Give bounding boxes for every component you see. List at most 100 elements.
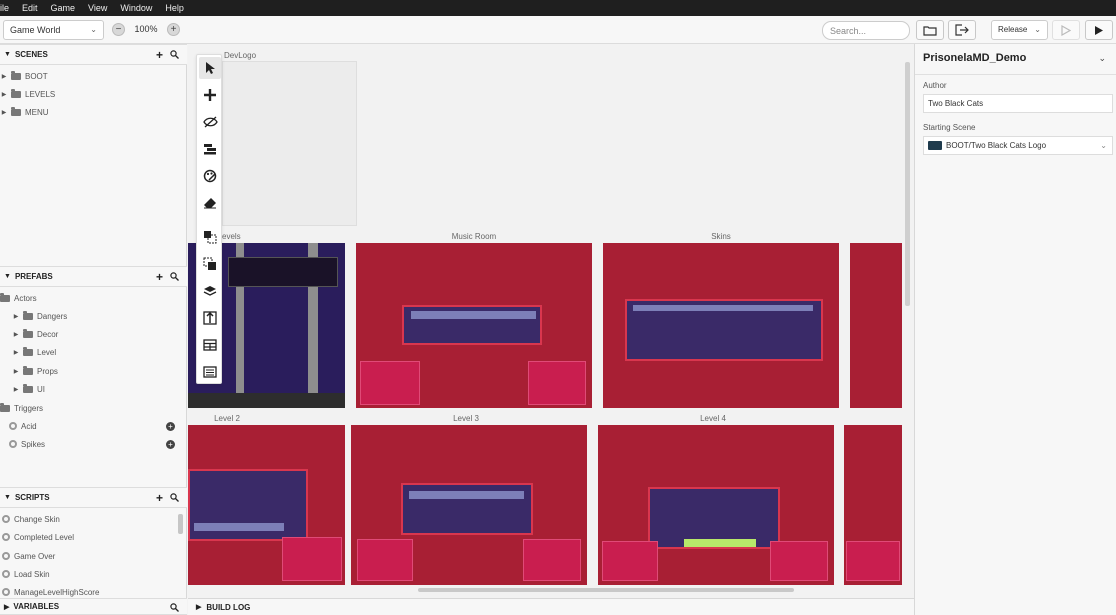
- prefab-item-acid[interactable]: Acid +: [0, 417, 187, 435]
- scene-partial-top[interactable]: [850, 243, 902, 408]
- menu-game[interactable]: Game: [51, 3, 76, 13]
- menu-file[interactable]: ile: [0, 3, 9, 13]
- build-log-bar[interactable]: ▶ BUILD LOG: [188, 598, 914, 615]
- toolbar: Game World ⌄ − 100% + Release ⌄: [0, 16, 1116, 44]
- author-field[interactable]: Two Black Cats: [923, 94, 1113, 113]
- properties-panel: PrisonelaMD_Demo ⌄ Author Two Black Cats…: [914, 44, 1116, 615]
- scene-folder-menu[interactable]: ▶ MENU: [0, 103, 187, 121]
- chevron-right-icon: ▶: [13, 313, 19, 320]
- chevron-down-icon[interactable]: ⌄: [1098, 53, 1106, 64]
- left-sidebar: ▼ SCENES + ▶ BOOT ▶ LEVELS ▶ MENU ▼ PREFABS…: [0, 44, 187, 615]
- add-circle-icon[interactable]: +: [166, 439, 175, 449]
- scene-level-4[interactable]: [598, 425, 834, 585]
- scripts-scrollbar[interactable]: [178, 514, 183, 534]
- menu-help[interactable]: Help: [165, 3, 184, 13]
- search-icon[interactable]: [170, 272, 179, 281]
- prefabs-section-header[interactable]: ▼ PREFABS +: [0, 266, 187, 287]
- script-item[interactable]: Load Skin: [0, 565, 187, 583]
- open-folder-button[interactable]: [916, 20, 944, 40]
- scene-folder-boot[interactable]: ▶ BOOT: [0, 67, 187, 85]
- search-input[interactable]: [822, 21, 910, 40]
- world-canvas[interactable]: DevLogo evels Music Room Skins Level 2 L…: [188, 44, 914, 598]
- prefab-folder-decor[interactable]: ▶ Decor: [0, 325, 187, 343]
- priority-tool[interactable]: [199, 307, 221, 329]
- script-item-label: Game Over: [14, 551, 56, 561]
- zoom-in-button[interactable]: +: [167, 23, 180, 36]
- world-view-select[interactable]: Game World ⌄: [3, 20, 104, 40]
- starting-scene-select[interactable]: BOOT/Two Black Cats Logo ⌄: [923, 136, 1113, 155]
- collision-tool[interactable]: [199, 138, 221, 160]
- chevron-right-icon: ▶: [13, 368, 19, 375]
- select-area-alt-tool[interactable]: [199, 253, 221, 275]
- eraser-tool[interactable]: [199, 192, 221, 214]
- add-prefab-button[interactable]: +: [156, 270, 163, 284]
- eye-off-icon: [202, 116, 218, 128]
- eraser-icon: [204, 198, 216, 209]
- prefab-folder-props[interactable]: ▶ Props: [0, 362, 187, 380]
- select-area-tool[interactable]: [199, 226, 221, 248]
- folder-icon: [23, 365, 33, 375]
- prefab-folder-label: Triggers: [14, 403, 44, 413]
- script-icon: [2, 588, 10, 596]
- select-tool[interactable]: [199, 57, 221, 79]
- menu-edit[interactable]: Edit: [22, 3, 38, 13]
- add-script-button[interactable]: +: [156, 491, 163, 505]
- menu-view[interactable]: View: [88, 3, 107, 13]
- zoom-out-button[interactable]: −: [112, 23, 125, 36]
- chevron-down-icon: ▼: [4, 273, 11, 280]
- run-button[interactable]: [1085, 20, 1113, 40]
- prefab-folder-level[interactable]: ▶ Level: [0, 343, 187, 361]
- grid-table-icon: [203, 339, 217, 351]
- notes-tool[interactable]: [199, 361, 221, 383]
- scene-level-2[interactable]: [188, 425, 345, 585]
- add-scene-button[interactable]: +: [156, 48, 163, 62]
- prefab-item-spikes[interactable]: Spikes +: [0, 435, 187, 453]
- search-icon[interactable]: [170, 493, 179, 502]
- folder-icon: [0, 292, 10, 302]
- build-type-value: Release: [998, 25, 1028, 34]
- scene-level-3[interactable]: [351, 425, 587, 585]
- tiles-tool[interactable]: [199, 334, 221, 356]
- search-icon[interactable]: [170, 50, 179, 59]
- prefabs-section-title: PREFABS: [14, 272, 53, 281]
- export-icon: [955, 24, 969, 36]
- build-type-select[interactable]: Release ⌄: [991, 20, 1048, 40]
- world-view-select-value: Game World: [10, 25, 61, 35]
- menu-window[interactable]: Window: [120, 3, 152, 13]
- chevron-right-icon: ▶: [196, 604, 202, 611]
- prefab-folder-actors[interactable]: Actors: [0, 289, 187, 307]
- script-item-label: ManageLevelHighScore: [14, 587, 100, 597]
- play-icon: [1095, 25, 1103, 35]
- prefab-folder-ui[interactable]: ▶ UI: [0, 380, 187, 398]
- chevron-right-icon: ▶: [4, 603, 10, 611]
- play-button[interactable]: [1052, 20, 1080, 40]
- canvas-vertical-scrollbar[interactable]: [905, 62, 910, 306]
- variables-section-header[interactable]: ▶ VARIABLES: [0, 598, 187, 615]
- brick-wall-icon: [204, 144, 216, 155]
- folder-icon: [0, 402, 10, 412]
- scene-partial-bottom[interactable]: [844, 425, 902, 585]
- prefab-folder-dangers[interactable]: ▶ Dangers: [0, 307, 187, 325]
- eraser-visibility-tool[interactable]: [199, 111, 221, 133]
- scripts-section-header[interactable]: ▼ SCRIPTS +: [0, 487, 187, 508]
- scene-devlogo[interactable]: [222, 61, 357, 226]
- prefab-folder-triggers[interactable]: Triggers: [0, 399, 187, 417]
- scene-skins[interactable]: [603, 243, 839, 408]
- scene-folder-levels[interactable]: ▶ LEVELS: [0, 85, 187, 103]
- export-button[interactable]: [948, 20, 976, 40]
- scene-music-room[interactable]: [356, 243, 592, 408]
- chevron-right-icon: ▶: [13, 331, 19, 338]
- script-item[interactable]: Completed Level: [0, 528, 187, 546]
- script-item[interactable]: Game Over: [0, 547, 187, 565]
- search-icon[interactable]: [170, 603, 179, 612]
- layers-tool[interactable]: [199, 280, 221, 302]
- add-circle-icon[interactable]: +: [166, 421, 175, 431]
- canvas-horizontal-scrollbar[interactable]: [418, 588, 794, 592]
- script-item[interactable]: Change Skin: [0, 510, 187, 528]
- scenes-section-header[interactable]: ▼ SCENES +: [0, 44, 187, 65]
- folder-icon: [23, 383, 33, 393]
- chevron-right-icon: ▶: [1, 91, 7, 98]
- paint-tool[interactable]: [199, 165, 221, 187]
- add-tool[interactable]: [199, 84, 221, 106]
- play-outline-icon: [1061, 24, 1071, 36]
